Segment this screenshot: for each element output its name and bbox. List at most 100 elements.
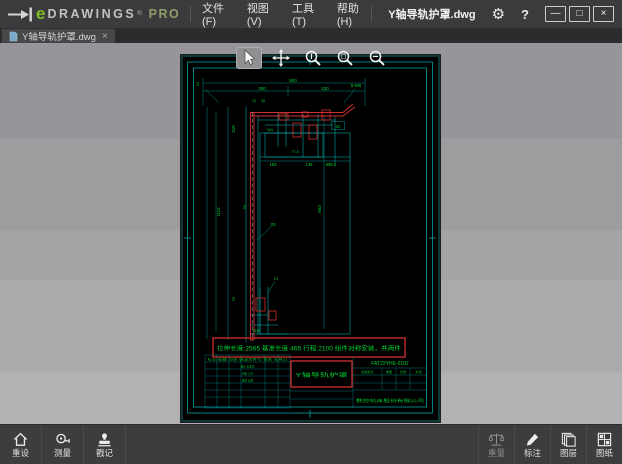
dim-text: 30	[261, 99, 265, 103]
part-label: Y轴导轨护罩	[296, 371, 349, 379]
zoom-icon	[367, 48, 387, 68]
bottom-toolbar: 重设 测量 戳记	[0, 424, 622, 464]
mass-properties-label: 重量	[488, 449, 505, 458]
stamp-label: 戳记	[96, 449, 113, 458]
annotation-note: 拉伸长度:2565 基准长度:465 行程:2100 组件对称安装，共两件	[213, 338, 405, 357]
dim-text: 50	[336, 124, 341, 129]
sheets-button[interactable]: 图纸	[586, 425, 622, 464]
dim-text: 163	[270, 162, 278, 167]
dim-text: 161	[267, 128, 273, 132]
measure-icon	[54, 431, 71, 448]
help-icon[interactable]: ?	[521, 7, 529, 22]
zoom-area-icon	[335, 48, 355, 68]
dim-text: 853	[317, 205, 322, 213]
tab-drawing[interactable]: Y轴导轨护罩.dwg ×	[2, 29, 115, 43]
edrawings-window: e DRAWINGS ® PRO 文件(F) 视图(V) 工具(T) 帮助(H)…	[0, 0, 622, 464]
tb-sheet-info: 共 张	[415, 370, 422, 374]
logo-reg: ®	[137, 11, 141, 17]
cursor-arrow-icon	[239, 48, 259, 68]
tb-header-stage: 阶段标记	[361, 369, 373, 374]
dim-text: 21	[274, 276, 279, 281]
menu-file[interactable]: 文件(F)	[191, 0, 236, 28]
dim-text: 110	[253, 328, 260, 333]
drawing-canvas[interactable]: 500 250 220 8-M8 10 10 30 310 1115 50 25…	[181, 55, 440, 422]
markup-button[interactable]: 标注	[514, 425, 550, 464]
title-block-texts: Y轴导轨护罩 FAT22YHE-0102 阶段标记 重量 比例 共 张 数控机床…	[208, 358, 425, 404]
company-name: 数控机床股份有限公司	[356, 397, 424, 403]
markup-label: 标注	[524, 449, 541, 458]
dim-text: 250	[258, 86, 266, 91]
stamp-icon	[96, 431, 113, 448]
pan-icon	[271, 48, 291, 68]
dim-text: 1115	[216, 207, 221, 217]
measure-label: 测量	[54, 449, 71, 458]
reset-label: 重设	[12, 449, 29, 458]
edrawings-arrow-icon	[7, 7, 33, 22]
document-icon	[9, 31, 18, 42]
bottombar-right-group: 重量 标注 图层	[478, 425, 622, 464]
highlight-boxes	[256, 110, 330, 320]
tb-left-row: 批准 日期	[242, 379, 254, 383]
tb-left-row: 审核 工艺	[242, 372, 254, 376]
part-number: FAT22YHE-0102	[371, 361, 409, 367]
settings-gear-icon[interactable]: ⚙	[492, 7, 505, 22]
menu-tools[interactable]: 工具(T)	[281, 0, 326, 28]
pan-tool-button[interactable]	[268, 47, 294, 69]
tab-label: Y轴导轨护罩.dwg	[22, 29, 96, 43]
dim-text: 10	[252, 99, 256, 103]
dim-text: 138	[306, 162, 314, 167]
document-title: Y轴导轨护罩.dwg	[372, 6, 491, 22]
tb-header-scale: 比例	[400, 369, 406, 374]
home-icon	[12, 431, 29, 448]
app-logo: e DRAWINGS ® PRO	[0, 4, 190, 24]
dim-text: 77.5	[291, 150, 298, 154]
tb-left-row: 设计 标准化	[241, 365, 255, 369]
layers-icon	[560, 431, 577, 448]
part-geometry	[246, 107, 350, 342]
maximize-button[interactable]: □	[569, 6, 590, 22]
logo-pro: PRO	[149, 7, 181, 21]
zoom-fit-icon	[303, 48, 323, 68]
titlebar: e DRAWINGS ® PRO 文件(F) 视图(V) 工具(T) 帮助(H)…	[0, 0, 622, 29]
tabbar: Y轴导轨护罩.dwg ×	[0, 29, 622, 43]
mass-properties-button: 重量	[478, 425, 514, 464]
dim-text: 310	[231, 125, 236, 133]
zoom-button[interactable]	[364, 47, 390, 69]
tab-close-icon[interactable]: ×	[102, 31, 108, 42]
stamp-button[interactable]: 戳记	[84, 425, 126, 464]
dim-text: 25	[231, 296, 236, 301]
dim-text: 50	[242, 204, 247, 209]
dimension-lines	[203, 78, 365, 340]
zoom-area-button[interactable]	[332, 47, 358, 69]
zoom-fit-button[interactable]	[300, 47, 326, 69]
sheets-grid-icon	[596, 431, 613, 448]
logo-brand: DRAWINGS	[47, 7, 136, 21]
measure-button[interactable]: 测量	[42, 425, 84, 464]
close-button[interactable]: ×	[593, 6, 614, 22]
pencil-icon	[524, 431, 541, 448]
titlebar-right: ⚙ ? — □ ×	[492, 6, 622, 22]
dim-text: 10	[195, 81, 200, 86]
view-toolbar	[236, 47, 390, 69]
select-tool-button[interactable]	[236, 47, 262, 69]
window-controls: — □ ×	[545, 6, 614, 22]
reset-button[interactable]: 重设	[0, 425, 42, 464]
bottombar-spacer	[126, 425, 478, 464]
minimize-button[interactable]: —	[545, 6, 566, 22]
menu-help[interactable]: 帮助(H)	[326, 0, 372, 28]
sheets-label: 图纸	[596, 449, 613, 458]
scale-balance-icon	[488, 431, 505, 448]
dim-text: 20	[270, 222, 276, 227]
layers-button[interactable]: 图层	[550, 425, 586, 464]
dim-text: 220	[321, 86, 329, 91]
part-outline-highlighted	[250, 104, 355, 340]
dim-text: 500	[289, 78, 297, 83]
dim-text: 598.5	[326, 162, 337, 167]
workspace: 500 250 220 8-M8 10 10 30 310 1115 50 25…	[0, 43, 622, 425]
annotation-text: 拉伸长度:2565 基准长度:465 行程:2100 组件对称安装，共两件	[217, 345, 401, 353]
tb-header-weight: 重量	[386, 369, 392, 374]
logo-e: e	[36, 4, 45, 24]
layers-label: 图层	[560, 449, 577, 458]
menu-view[interactable]: 视图(V)	[236, 0, 281, 28]
menubar: 文件(F) 视图(V) 工具(T) 帮助(H)	[191, 0, 371, 28]
